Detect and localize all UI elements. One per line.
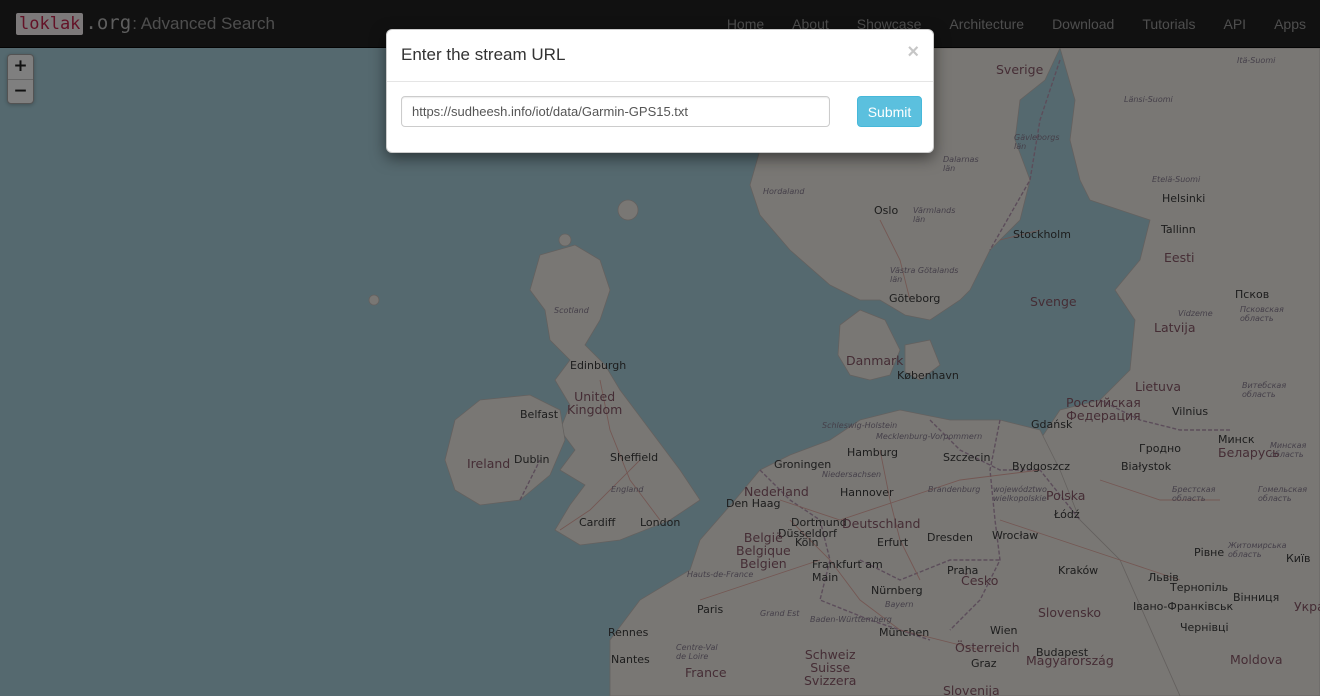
close-icon[interactable]: × [907, 42, 919, 62]
modal-header: Enter the stream URL × [387, 30, 933, 82]
stream-url-input[interactable] [401, 96, 830, 127]
modal-title: Enter the stream URL [401, 45, 566, 64]
submit-button[interactable]: Submit [857, 96, 922, 127]
stream-url-modal: Enter the stream URL × Submit [386, 29, 934, 153]
